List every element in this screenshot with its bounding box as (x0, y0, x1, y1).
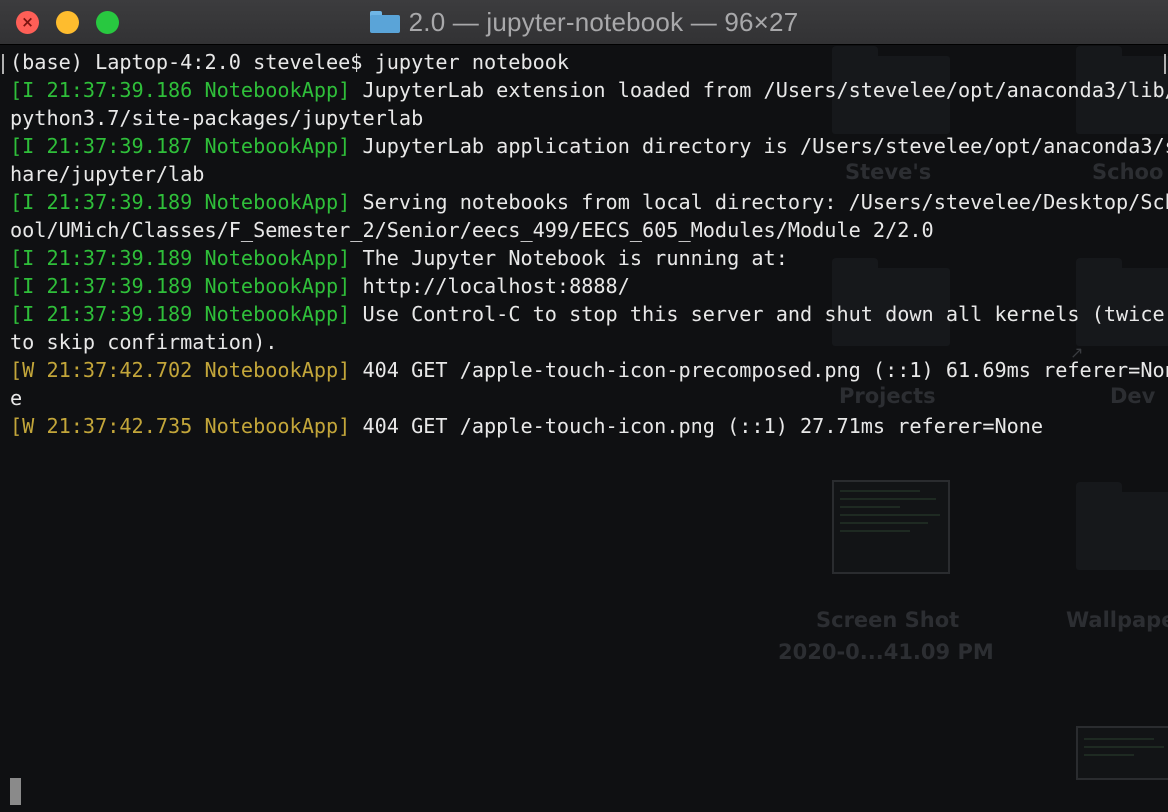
log-line: e (10, 384, 22, 412)
log-prefix: [I 21:37:39.187 NotebookApp] (10, 134, 351, 158)
log-text: http://localhost:8888/ (350, 274, 630, 298)
scroll-mark (1164, 54, 1166, 74)
log-text: Use Control-C to stop this server and sh… (350, 302, 1165, 326)
log-line: [W 21:37:42.735 NotebookApp] 404 GET /ap… (10, 412, 1043, 440)
log-text: The Jupyter Notebook is running at: (350, 246, 788, 270)
window-title: 2.0 — jupyter-notebook — 96×27 (0, 0, 1168, 44)
log-text: e (10, 386, 23, 410)
log-text: 404 GET /apple-touch-icon-precomposed.pn… (350, 358, 1168, 382)
log-text: JupyterLab application directory is /Use… (350, 134, 1168, 158)
log-line: ool/UMich/Classes/F_Semester_2/Senior/ee… (10, 216, 934, 244)
folder-icon (369, 11, 400, 33)
log-text: to skip confirmation). (10, 330, 278, 354)
log-text: JupyterLab extension loaded from /Users/… (350, 78, 1168, 102)
terminal-cursor (10, 778, 21, 805)
log-text: hare/jupyter/lab (10, 162, 205, 186)
log-line: [I 21:37:39.187 NotebookApp] JupyterLab … (10, 132, 1168, 160)
log-text: ool/UMich/Classes/F_Semester_2/Senior/ee… (10, 218, 934, 242)
log-line: to skip confirmation). (10, 328, 277, 356)
log-text: Serving notebooks from local directory: … (350, 190, 1168, 214)
log-prefix: [W 21:37:42.735 NotebookApp] (10, 414, 351, 438)
log-line: [I 21:37:39.189 NotebookApp] http://loca… (10, 272, 630, 300)
log-text: python3.7/site-packages/jupyterlab (10, 106, 424, 130)
terminal-output[interactable]: (base) Laptop-4:2.0 stevelee$ jupyter no… (0, 48, 1168, 812)
log-line: [I 21:37:39.189 NotebookApp] The Jupyter… (10, 244, 788, 272)
window-title-text: 2.0 — jupyter-notebook — 96×27 (408, 6, 799, 37)
log-prefix: [I 21:37:39.189 NotebookApp] (10, 190, 351, 214)
log-prefix: [I 21:37:39.186 NotebookApp] (10, 78, 351, 102)
terminal-window: Steve's Schoo ↗ Projects Dev Screen Shot… (0, 0, 1168, 812)
log-prefix: [I 21:37:39.189 NotebookApp] (10, 246, 351, 270)
title-bar[interactable]: × 2.0 — jupyter-notebook — 96×27 (0, 0, 1168, 45)
log-line: hare/jupyter/lab (10, 160, 204, 188)
mark-bracket (2, 54, 4, 74)
log-text: 404 GET /apple-touch-icon.png (::1) 27.7… (350, 414, 1044, 438)
log-prefix: [W 21:37:42.702 NotebookApp] (10, 358, 351, 382)
log-line: [I 21:37:39.189 NotebookApp] Serving not… (10, 188, 1168, 216)
log-line: [W 21:37:42.702 NotebookApp] 404 GET /ap… (10, 356, 1168, 384)
prompt-line: (base) Laptop-4:2.0 stevelee$ jupyter no… (10, 50, 570, 74)
log-line: [I 21:37:39.189 NotebookApp] Use Control… (10, 300, 1165, 328)
log-prefix: [I 21:37:39.189 NotebookApp] (10, 302, 351, 326)
log-prefix: [I 21:37:39.189 NotebookApp] (10, 274, 351, 298)
log-line: [I 21:37:39.186 NotebookApp] JupyterLab … (10, 76, 1168, 104)
log-line: python3.7/site-packages/jupyterlab (10, 104, 423, 132)
